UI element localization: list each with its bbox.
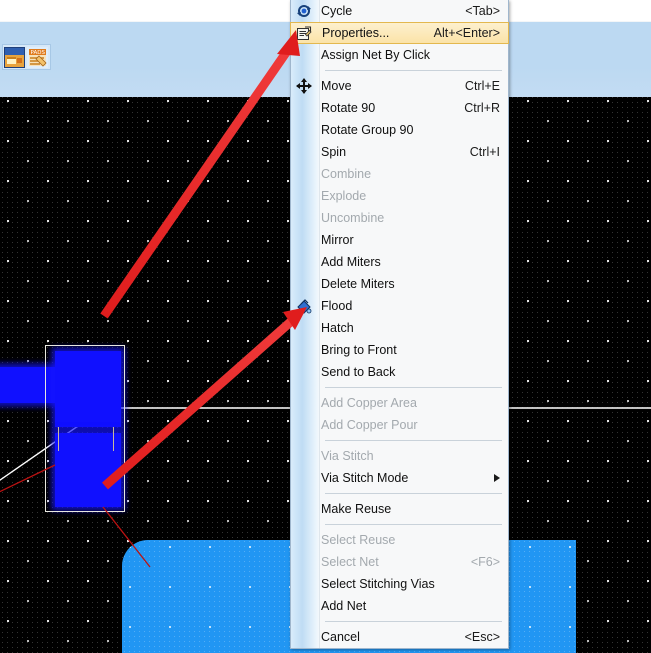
menu-item-accelerator: <Tab> bbox=[465, 4, 500, 18]
menu-item-label: Add Copper Pour bbox=[321, 418, 418, 432]
menu-item-select-net: Select Net <F6> bbox=[291, 551, 508, 573]
menu-item-combine: Combine bbox=[291, 163, 508, 185]
menu-item-add-miters[interactable]: Add Miters bbox=[291, 251, 508, 273]
menu-item-uncombine: Uncombine bbox=[291, 207, 508, 229]
menu-item-label: Uncombine bbox=[321, 211, 385, 225]
taskbar-icon-group[interactable]: PADS bbox=[2, 44, 51, 70]
menu-item-explode: Explode bbox=[291, 185, 508, 207]
menu-item-cancel[interactable]: Cancel <Esc> bbox=[291, 626, 508, 648]
menu-item-label: Via Stitch bbox=[321, 449, 374, 463]
menu-item-label: Add Copper Area bbox=[321, 396, 417, 410]
selection-tick-left bbox=[58, 427, 59, 451]
flood-icon bbox=[295, 297, 313, 315]
menu-item-add-copper-area: Add Copper Area bbox=[291, 392, 508, 414]
menu-item-spin[interactable]: Spin Ctrl+I bbox=[291, 141, 508, 163]
menu-item-label: Move bbox=[321, 79, 352, 93]
menu-separator bbox=[325, 440, 502, 441]
svg-text:PADS: PADS bbox=[31, 50, 46, 56]
menu-item-select-stitching-vias[interactable]: Select Stitching Vias bbox=[291, 573, 508, 595]
menu-item-bring-to-front[interactable]: Bring to Front bbox=[291, 339, 508, 361]
menu-separator bbox=[325, 70, 502, 71]
context-menu-list: Cycle <Tab> Properties... Alt+<Enter> Assign… bbox=[290, 0, 509, 648]
menu-separator bbox=[325, 387, 502, 388]
menu-item-move[interactable]: Move Ctrl+E bbox=[291, 75, 508, 97]
menu-item-label: Add Net bbox=[321, 599, 367, 613]
menu-item-assign-net-by-click[interactable]: Assign Net By Click bbox=[291, 44, 508, 66]
menu-item-flood[interactable]: Flood bbox=[291, 295, 508, 317]
menu-item-send-to-back[interactable]: Send to Back bbox=[291, 361, 508, 383]
menu-item-rotate-90[interactable]: Rotate 90 Ctrl+R bbox=[291, 97, 508, 119]
selection-tick-right bbox=[113, 427, 114, 451]
pads-app-icon[interactable]: PADS bbox=[27, 46, 48, 68]
menu-item-label: Via Stitch Mode bbox=[321, 471, 409, 485]
menu-item-label: Hatch bbox=[321, 321, 354, 335]
menu-item-label: Cancel bbox=[321, 630, 360, 644]
menu-item-label: Assign Net By Click bbox=[321, 48, 431, 62]
properties-icon bbox=[295, 25, 313, 43]
menu-item-label: Properties... bbox=[322, 26, 390, 40]
menu-item-properties[interactable]: Properties... Alt+<Enter> bbox=[290, 22, 509, 44]
pcb-app-icon[interactable] bbox=[4, 46, 25, 68]
menu-item-label: Combine bbox=[321, 167, 372, 181]
menu-item-accelerator: <F6> bbox=[470, 555, 500, 569]
menu-item-label: Explode bbox=[321, 189, 367, 203]
menu-item-via-stitch-mode[interactable]: Via Stitch Mode bbox=[291, 467, 508, 489]
menu-item-delete-miters[interactable]: Delete Miters bbox=[291, 273, 508, 295]
menu-item-select-reuse: Select Reuse bbox=[291, 529, 508, 551]
menu-item-add-net[interactable]: Add Net bbox=[291, 595, 508, 617]
menu-item-accelerator: Ctrl+E bbox=[464, 79, 500, 93]
menu-item-make-reuse[interactable]: Make Reuse bbox=[291, 498, 508, 520]
menu-item-accelerator: <Esc> bbox=[464, 630, 500, 644]
menu-item-add-copper-pour: Add Copper Pour bbox=[291, 414, 508, 436]
menu-item-label: Select Reuse bbox=[321, 533, 396, 547]
menu-item-label: Delete Miters bbox=[321, 277, 395, 291]
menu-item-label: Spin bbox=[321, 145, 347, 159]
menu-item-label: Bring to Front bbox=[321, 343, 397, 357]
menu-item-accelerator: Ctrl+I bbox=[469, 145, 500, 159]
menu-item-label: Add Miters bbox=[321, 255, 381, 269]
submenu-chevron-right-icon bbox=[494, 474, 500, 482]
menu-separator bbox=[325, 621, 502, 622]
menu-item-label: Select Net bbox=[321, 555, 379, 569]
menu-item-accelerator: Ctrl+R bbox=[464, 101, 500, 115]
menu-item-via-stitch: Via Stitch bbox=[291, 445, 508, 467]
menu-separator bbox=[325, 524, 502, 525]
menu-item-accelerator: Alt+<Enter> bbox=[433, 26, 500, 40]
app-window: PADS Cycle <Tab> Properties... Alt+<Ente… bbox=[0, 0, 651, 653]
menu-item-cycle[interactable]: Cycle <Tab> bbox=[291, 0, 508, 22]
menu-item-label: Rotate Group 90 bbox=[321, 123, 414, 137]
menu-item-rotate-group-90[interactable]: Rotate Group 90 bbox=[291, 119, 508, 141]
context-menu[interactable]: Cycle <Tab> Properties... Alt+<Enter> Assign… bbox=[290, 0, 509, 649]
menu-item-label: Select Stitching Vias bbox=[321, 577, 435, 591]
menu-item-label: Cycle bbox=[321, 4, 353, 18]
menu-item-label: Flood bbox=[321, 299, 353, 313]
menu-separator bbox=[325, 493, 502, 494]
cycle-icon bbox=[295, 2, 313, 20]
move-icon bbox=[295, 77, 313, 95]
menu-item-label: Rotate 90 bbox=[321, 101, 376, 115]
menu-item-mirror[interactable]: Mirror bbox=[291, 229, 508, 251]
menu-item-label: Make Reuse bbox=[321, 502, 392, 516]
menu-item-hatch[interactable]: Hatch bbox=[291, 317, 508, 339]
menu-item-label: Send to Back bbox=[321, 365, 396, 379]
menu-item-label: Mirror bbox=[321, 233, 354, 247]
